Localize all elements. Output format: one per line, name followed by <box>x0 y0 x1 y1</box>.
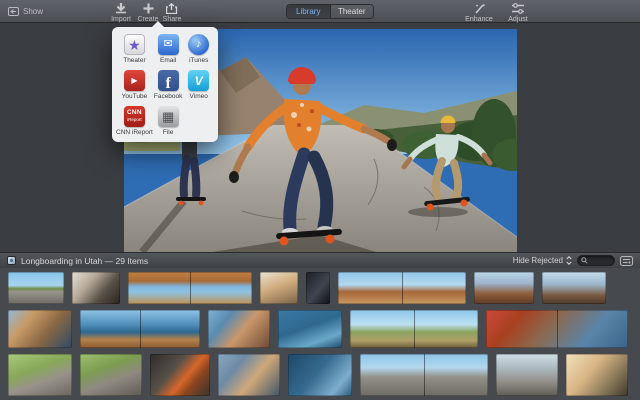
toolbar: Show Import Create Share Library <box>0 0 640 23</box>
event-icon <box>7 256 16 265</box>
share-item-youtube[interactable]: ▶ YouTube <box>116 70 153 100</box>
filmstrip <box>0 268 640 400</box>
share-item-label: Vimeo <box>190 93 208 100</box>
show-sidebar-icon <box>8 7 19 16</box>
share-popover-grid: ★ Theater ✉ Email ♪ iTunes ▶ YouTube f Facebook VV… <box>116 34 214 136</box>
tab-library-label: Library <box>296 7 320 16</box>
thumbnail-sunglasses-closeup[interactable] <box>72 272 120 304</box>
adjust-sliders-icon <box>511 3 525 14</box>
share-item-file[interactable]: ▦ File <box>153 106 184 136</box>
event-title: Longboarding in Utah — 29 Items <box>21 256 148 266</box>
adjust-button[interactable]: Adjust <box>503 3 533 23</box>
thumbnail-downhill-skater[interactable] <box>8 354 72 396</box>
share-item-email[interactable]: ✉ Email <box>153 34 184 64</box>
thumbnail-helmet-girl[interactable] <box>218 354 280 396</box>
filmstrip-row <box>8 310 640 348</box>
updown-chevrons-icon <box>566 256 572 265</box>
thumbnail-monument-valley-clip[interactable] <box>338 272 466 304</box>
share-item-vimeo[interactable]: V Vimeo <box>183 70 214 100</box>
thumbnail-window-interior[interactable] <box>306 272 330 304</box>
import-icon <box>115 3 127 14</box>
theater-icon: ★ <box>124 34 145 55</box>
tab-theater-label: Theater <box>338 7 366 16</box>
thumbnail-downhill-pair[interactable] <box>80 354 142 396</box>
share-label: Share <box>163 16 182 23</box>
viewer-area: ★ Theater ✉ Email ♪ iTunes ▶ YouTube f Facebook VV… <box>0 23 640 252</box>
clip-appearance-icon <box>620 256 633 266</box>
thumbnail-red-helmet-closeup-clip[interactable] <box>486 310 628 348</box>
share-icon <box>166 3 179 14</box>
enhance-label: Enhance <box>465 16 493 23</box>
share-popover: ★ Theater ✉ Email ♪ iTunes ▶ YouTube f Facebook VV… <box>112 27 218 142</box>
thumbnail-wheel-closeup[interactable] <box>150 354 210 396</box>
hide-rejected-label: Hide Rejected <box>513 256 563 265</box>
share-item-facebook[interactable]: f Facebook <box>153 70 184 100</box>
thumbnail-rock-arch-clip[interactable] <box>128 272 252 304</box>
create-plus-icon <box>143 3 154 14</box>
thumbnail-boy-in-water[interactable] <box>288 354 352 396</box>
clip-appearance-button[interactable] <box>620 256 633 266</box>
import-label: Import <box>111 16 131 23</box>
filmstrip-row <box>8 354 640 396</box>
thumbnail-road-highfive[interactable] <box>496 354 558 396</box>
vimeo-icon: V <box>188 70 209 91</box>
thumbnail-road-landscape[interactable] <box>8 272 64 304</box>
email-icon: ✉ <box>158 34 179 55</box>
share-item-label: YouTube <box>122 93 148 100</box>
youtube-icon: ▶ <box>124 70 145 91</box>
thumbnail-man-in-hat[interactable] <box>260 272 298 304</box>
thumbnail-guitar-campfire[interactable] <box>8 310 72 348</box>
file-icon: ▦ <box>158 106 179 127</box>
show-sidebar-button[interactable]: Show <box>8 7 43 16</box>
hide-rejected-filter[interactable]: Hide Rejected <box>513 256 572 265</box>
share-button[interactable]: Share <box>158 3 186 23</box>
share-item-cnn[interactable]: CNNiReport CNN iReport <box>116 106 153 136</box>
tab-library[interactable]: Library <box>287 5 330 18</box>
thumbnail-group-overlook[interactable] <box>542 272 606 304</box>
thumbnail-road-skate-clip[interactable] <box>360 354 488 396</box>
thumbnail-sunset-silhouette[interactable] <box>566 354 628 396</box>
filmstrip-row <box>8 272 640 304</box>
search-field[interactable] <box>577 255 615 266</box>
event-bar: Longboarding in Utah — 29 Items Hide Rej… <box>0 252 640 268</box>
thumbnail-teal-swimmer[interactable] <box>278 310 342 348</box>
search-icon <box>581 257 588 264</box>
facebook-icon: f <box>158 70 179 91</box>
cnn-icon: CNNiReport <box>124 106 145 127</box>
share-item-label: File <box>163 129 173 136</box>
library-theater-tabs: Library Theater <box>286 4 374 19</box>
enhance-wand-icon <box>473 3 486 14</box>
thumbnail-canyon-overlook[interactable] <box>474 272 534 304</box>
imovie-window: Show Import Create Share Library <box>0 0 640 400</box>
share-item-label: Theater <box>123 57 145 64</box>
share-item-label: CNN iReport <box>116 129 153 136</box>
share-item-itunes[interactable]: ♪ iTunes <box>183 34 214 64</box>
import-button[interactable]: Import <box>107 3 135 23</box>
thumbnail-group-selfie[interactable] <box>208 310 270 348</box>
share-item-label: Facebook <box>154 93 183 100</box>
thumbnail-lake-cliff-skate-clip[interactable] <box>80 310 200 348</box>
show-label: Show <box>23 7 43 16</box>
share-item-label: iTunes <box>189 57 208 64</box>
thumbnail-mountain-bike-clip[interactable] <box>350 310 478 348</box>
search-input[interactable] <box>590 257 611 264</box>
share-item-label: Email <box>160 57 176 64</box>
share-item-theater[interactable]: ★ Theater <box>116 34 153 64</box>
tab-theater[interactable]: Theater <box>330 5 374 18</box>
enhance-button[interactable]: Enhance <box>462 3 496 23</box>
itunes-icon: ♪ <box>188 34 209 55</box>
adjust-label: Adjust <box>508 16 527 23</box>
